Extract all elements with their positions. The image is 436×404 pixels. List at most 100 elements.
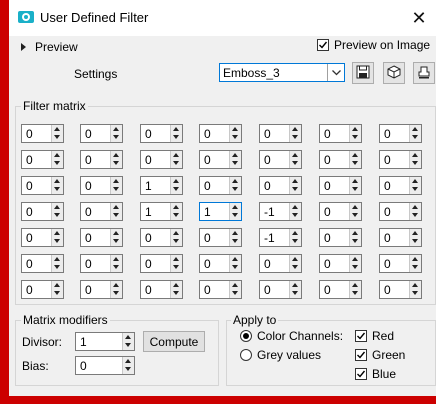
spin-arrows-icon[interactable] <box>110 255 122 272</box>
spin-arrows-icon[interactable] <box>289 255 301 272</box>
matrix-cell-spinbox[interactable]: 0 <box>21 150 64 169</box>
spin-arrows-icon[interactable] <box>229 229 241 246</box>
spin-arrows-icon[interactable] <box>110 177 122 194</box>
spin-arrows-icon[interactable] <box>170 255 182 272</box>
spin-arrows-icon[interactable] <box>349 151 361 168</box>
spin-arrows-icon[interactable] <box>289 125 301 142</box>
matrix-cell-spinbox[interactable]: 0 <box>319 176 362 195</box>
spin-arrows-icon[interactable] <box>110 229 122 246</box>
spin-arrows-icon[interactable] <box>229 281 241 298</box>
matrix-cell-spinbox[interactable]: 0 <box>259 280 302 299</box>
save-preset-button[interactable] <box>352 62 374 84</box>
matrix-cell-spinbox[interactable]: 0 <box>259 254 302 273</box>
matrix-cell-spinbox[interactable]: 0 <box>199 124 242 143</box>
spin-arrows-icon[interactable] <box>229 203 241 220</box>
spin-arrows-icon[interactable] <box>409 125 421 142</box>
close-button[interactable]: ✕ <box>402 0 436 36</box>
spin-arrows-icon[interactable] <box>51 151 63 168</box>
spin-arrows-icon[interactable] <box>349 255 361 272</box>
matrix-cell-spinbox[interactable]: 0 <box>379 254 422 273</box>
spin-arrows-icon[interactable] <box>170 229 182 246</box>
spin-arrows-icon[interactable] <box>349 229 361 246</box>
red-channel-checkbox[interactable]: Red <box>355 329 394 343</box>
preview-expander[interactable]: Preview <box>21 39 78 55</box>
spin-arrows-icon[interactable] <box>170 151 182 168</box>
spin-arrows-icon[interactable] <box>409 281 421 298</box>
matrix-cell-spinbox[interactable]: 0 <box>80 254 123 273</box>
matrix-cell-spinbox[interactable]: 1 <box>140 176 183 195</box>
spin-arrows-icon[interactable] <box>289 177 301 194</box>
divisor-spinbox[interactable]: 1 <box>75 332 135 351</box>
spin-arrows-icon[interactable] <box>110 203 122 220</box>
matrix-cell-spinbox[interactable]: 0 <box>319 280 362 299</box>
matrix-cell-spinbox[interactable]: 0 <box>80 176 123 195</box>
spin-arrows-icon[interactable] <box>409 255 421 272</box>
matrix-cell-spinbox[interactable]: 0 <box>140 280 183 299</box>
spin-arrows-icon[interactable] <box>122 333 134 350</box>
matrix-cell-spinbox[interactable]: 0 <box>379 124 422 143</box>
green-channel-checkbox[interactable]: Green <box>355 348 405 362</box>
load-preset-button[interactable] <box>383 62 405 84</box>
spin-arrows-icon[interactable] <box>229 177 241 194</box>
blue-channel-checkbox[interactable]: Blue <box>355 367 396 381</box>
matrix-cell-spinbox[interactable]: 1 <box>199 202 242 221</box>
matrix-cell-spinbox[interactable]: 0 <box>80 228 123 247</box>
spin-arrows-icon[interactable] <box>51 125 63 142</box>
spin-arrows-icon[interactable] <box>170 177 182 194</box>
spin-arrows-icon[interactable] <box>51 203 63 220</box>
spin-arrows-icon[interactable] <box>289 151 301 168</box>
spin-arrows-icon[interactable] <box>349 203 361 220</box>
spin-arrows-icon[interactable] <box>51 177 63 194</box>
spin-arrows-icon[interactable] <box>51 229 63 246</box>
matrix-cell-spinbox[interactable]: 0 <box>140 124 183 143</box>
spin-arrows-icon[interactable] <box>349 177 361 194</box>
spin-arrows-icon[interactable] <box>289 203 301 220</box>
spin-arrows-icon[interactable] <box>51 255 63 272</box>
spin-arrows-icon[interactable] <box>349 281 361 298</box>
spin-arrows-icon[interactable] <box>289 229 301 246</box>
spin-arrows-icon[interactable] <box>170 281 182 298</box>
matrix-cell-spinbox[interactable]: 0 <box>379 150 422 169</box>
settings-dropdown[interactable]: Emboss_3 <box>219 63 345 82</box>
compute-button[interactable]: Compute <box>143 331 205 352</box>
matrix-cell-spinbox[interactable]: 0 <box>21 254 64 273</box>
reset-preset-button[interactable] <box>413 62 435 84</box>
matrix-cell-spinbox[interactable]: 0 <box>21 228 64 247</box>
spin-arrows-icon[interactable] <box>229 125 241 142</box>
spin-arrows-icon[interactable] <box>110 151 122 168</box>
matrix-cell-spinbox[interactable]: 0 <box>80 280 123 299</box>
matrix-cell-spinbox[interactable]: 0 <box>199 228 242 247</box>
matrix-cell-spinbox[interactable]: 0 <box>80 124 123 143</box>
spin-arrows-icon[interactable] <box>122 357 134 374</box>
matrix-cell-spinbox[interactable]: 0 <box>21 176 64 195</box>
matrix-cell-spinbox[interactable]: 0 <box>199 176 242 195</box>
spin-arrows-icon[interactable] <box>409 229 421 246</box>
matrix-cell-spinbox[interactable]: 0 <box>199 150 242 169</box>
spin-arrows-icon[interactable] <box>110 125 122 142</box>
spin-arrows-icon[interactable] <box>409 203 421 220</box>
matrix-cell-spinbox[interactable]: 0 <box>319 150 362 169</box>
matrix-cell-spinbox[interactable]: -1 <box>259 202 302 221</box>
color-channels-radio[interactable]: Color Channels: <box>240 329 343 343</box>
matrix-cell-spinbox[interactable]: 0 <box>319 202 362 221</box>
matrix-cell-spinbox[interactable]: 0 <box>379 202 422 221</box>
spin-arrows-icon[interactable] <box>229 255 241 272</box>
matrix-cell-spinbox[interactable]: 0 <box>379 228 422 247</box>
matrix-cell-spinbox[interactable]: -1 <box>259 228 302 247</box>
matrix-cell-spinbox[interactable]: 0 <box>199 280 242 299</box>
matrix-cell-spinbox[interactable]: 0 <box>319 228 362 247</box>
matrix-cell-spinbox[interactable]: 0 <box>80 150 123 169</box>
matrix-cell-spinbox[interactable]: 0 <box>21 124 64 143</box>
matrix-cell-spinbox[interactable]: 0 <box>140 228 183 247</box>
spin-arrows-icon[interactable] <box>289 281 301 298</box>
matrix-cell-spinbox[interactable]: 0 <box>259 150 302 169</box>
matrix-cell-spinbox[interactable]: 0 <box>319 124 362 143</box>
matrix-cell-spinbox[interactable]: 0 <box>379 280 422 299</box>
spin-arrows-icon[interactable] <box>51 281 63 298</box>
matrix-cell-spinbox[interactable]: 0 <box>259 176 302 195</box>
matrix-cell-spinbox[interactable]: 0 <box>140 150 183 169</box>
matrix-cell-spinbox[interactable]: 0 <box>379 176 422 195</box>
spin-arrows-icon[interactable] <box>409 151 421 168</box>
matrix-cell-spinbox[interactable]: 0 <box>140 254 183 273</box>
spin-arrows-icon[interactable] <box>170 125 182 142</box>
